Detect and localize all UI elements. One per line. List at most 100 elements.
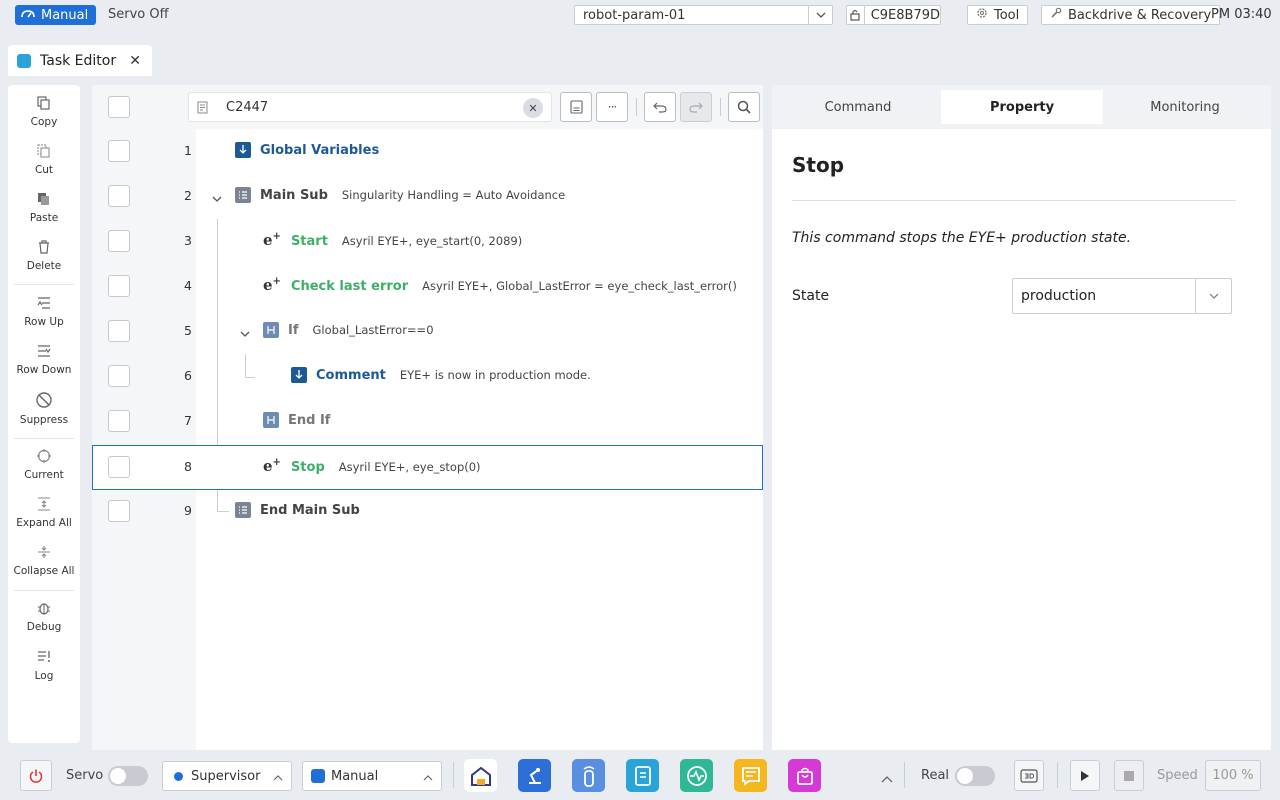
row-checkbox[interactable] bbox=[108, 410, 130, 432]
property-title: Stop bbox=[792, 153, 845, 177]
row-checkbox[interactable] bbox=[108, 320, 130, 342]
power-button[interactable] bbox=[20, 760, 52, 791]
home-app-icon[interactable] bbox=[464, 759, 497, 792]
row-checkbox[interactable] bbox=[108, 140, 130, 162]
row-checkbox[interactable] bbox=[108, 500, 130, 522]
state-select[interactable]: production bbox=[1012, 278, 1232, 314]
tool-button[interactable]: Tool bbox=[967, 5, 1029, 25]
table-row[interactable]: 6 Comment EYE+ is now in production mode… bbox=[92, 354, 763, 399]
table-row[interactable]: 7 End If bbox=[92, 399, 763, 444]
target-icon bbox=[37, 449, 51, 463]
table-row[interactable]: 2 Main Sub Singularity Handling = Auto A… bbox=[92, 174, 763, 219]
chevron-down-icon bbox=[1195, 279, 1231, 313]
state-value: production bbox=[1021, 288, 1097, 304]
robot-arm-app-icon[interactable] bbox=[518, 759, 551, 792]
row-checkbox[interactable] bbox=[108, 230, 130, 252]
line-number: 8 bbox=[184, 459, 192, 474]
tab-command[interactable]: Command bbox=[777, 90, 939, 124]
supervisor-select[interactable]: Supervisor bbox=[162, 761, 292, 791]
speed-value[interactable]: 100 % bbox=[1205, 760, 1261, 791]
save-button[interactable] bbox=[560, 92, 592, 122]
suppress-button[interactable]: Suppress bbox=[8, 392, 80, 426]
tab-property[interactable]: Property bbox=[941, 90, 1103, 124]
trash-icon bbox=[39, 240, 49, 254]
task-editor-app-icon[interactable] bbox=[626, 759, 659, 792]
paste-icon bbox=[38, 193, 49, 205]
document-icon bbox=[197, 101, 208, 118]
chevron-down-icon bbox=[808, 6, 832, 24]
wrench-icon bbox=[1050, 7, 1062, 23]
table-row-selected[interactable]: 8 e+ Stop Asyril EYE+, eye_stop(0) bbox=[92, 445, 763, 490]
manual-mode-select[interactable]: Manual bbox=[302, 761, 442, 791]
3d-view-button[interactable] bbox=[1014, 760, 1044, 791]
table-row[interactable]: 9 End Main Sub bbox=[92, 489, 763, 534]
command-main-sub: Main Sub Singularity Handling = Auto Avo… bbox=[235, 187, 565, 203]
stop-button[interactable] bbox=[1114, 760, 1144, 791]
suppress-icon bbox=[36, 392, 52, 408]
servo-toggle[interactable] bbox=[108, 766, 148, 786]
command-end-main-sub: End Main Sub bbox=[235, 502, 374, 518]
gear-icon bbox=[976, 7, 988, 23]
message-app-icon[interactable] bbox=[734, 759, 767, 792]
tab-monitoring[interactable]: Monitoring bbox=[1104, 90, 1266, 124]
more-button[interactable]: ··· bbox=[596, 92, 628, 122]
panel-tabs: Command Property Monitoring bbox=[772, 85, 1271, 129]
select-all-checkbox[interactable] bbox=[108, 96, 130, 118]
copy-button[interactable]: Copy bbox=[8, 96, 80, 128]
store-app-icon[interactable] bbox=[788, 759, 821, 792]
mode-badge[interactable]: Manual bbox=[15, 5, 96, 25]
log-button[interactable]: Log bbox=[8, 650, 80, 682]
redo-button[interactable] bbox=[680, 92, 712, 122]
device-id-box[interactable]: C9E8B79D bbox=[846, 5, 941, 25]
speed-label: Speed bbox=[1157, 768, 1198, 783]
close-icon[interactable]: ✕ bbox=[129, 53, 141, 69]
tab-task-editor[interactable]: Task Editor ✕ bbox=[8, 45, 152, 76]
command-end-if: End If bbox=[263, 412, 344, 428]
clear-icon[interactable]: ✕ bbox=[523, 98, 543, 118]
monitoring-app-icon[interactable] bbox=[680, 759, 713, 792]
current-button[interactable]: Current bbox=[8, 449, 80, 481]
row-down-button[interactable]: Row Down bbox=[8, 344, 80, 376]
state-label: State bbox=[792, 288, 830, 304]
cut-button[interactable]: Cut bbox=[8, 144, 80, 176]
line-number: 3 bbox=[184, 233, 192, 248]
device-id-value: C9E8B79D bbox=[870, 7, 940, 23]
row-up-button[interactable]: Row Up bbox=[8, 296, 80, 328]
eye-plus-icon: e+ bbox=[263, 231, 281, 249]
row-checkbox[interactable] bbox=[108, 185, 130, 207]
row-checkbox[interactable] bbox=[108, 365, 130, 387]
command-stop: e+ Stop Asyril EYE+, eye_stop(0) bbox=[263, 457, 481, 475]
undo-button[interactable] bbox=[644, 92, 676, 122]
search-button[interactable] bbox=[728, 92, 760, 122]
debug-button[interactable]: Debug bbox=[8, 601, 80, 633]
robot-param-select[interactable]: robot-param-01 bbox=[574, 5, 833, 25]
line-number: 2 bbox=[184, 188, 192, 203]
delete-button[interactable]: Delete bbox=[8, 240, 80, 272]
chevron-up-icon[interactable] bbox=[881, 772, 893, 787]
expand-all-button[interactable]: Expand All bbox=[8, 497, 80, 529]
remote-app-icon[interactable] bbox=[572, 759, 605, 792]
row-checkbox[interactable] bbox=[108, 456, 130, 478]
collapse-all-button[interactable]: Collapse All bbox=[8, 545, 80, 577]
command-if: If Global_LastError==0 bbox=[263, 322, 434, 338]
table-row[interactable]: 3 e+ Start Asyril EYE+, eye_start(0, 208… bbox=[92, 219, 763, 264]
search-box[interactable]: C2447 ✕ bbox=[188, 92, 552, 122]
task-editor-icon bbox=[17, 53, 31, 68]
3d-icon bbox=[1020, 768, 1038, 783]
paste-button[interactable]: Paste bbox=[8, 192, 80, 224]
table-row[interactable]: 1 Global Variables bbox=[92, 129, 763, 174]
real-toggle[interactable] bbox=[955, 766, 995, 786]
chevron-up-icon bbox=[273, 770, 283, 785]
power-icon bbox=[29, 769, 43, 783]
play-button[interactable] bbox=[1070, 760, 1100, 791]
chevron-down-icon[interactable] bbox=[212, 191, 222, 206]
mode-label: Manual bbox=[41, 7, 89, 23]
backdrive-recovery-button[interactable]: Backdrive & Recovery bbox=[1041, 5, 1221, 25]
command-start: e+ Start Asyril EYE+, eye_start(0, 2089) bbox=[263, 231, 523, 249]
row-checkbox[interactable] bbox=[108, 275, 130, 297]
chevron-down-icon[interactable] bbox=[240, 326, 250, 341]
branch-icon bbox=[263, 322, 279, 338]
table-row[interactable]: 5 If Global_LastError==0 bbox=[92, 309, 763, 354]
table-row[interactable]: 4 e+ Check last error Asyril EYE+, Globa… bbox=[92, 264, 763, 309]
row-down-icon bbox=[38, 345, 51, 357]
